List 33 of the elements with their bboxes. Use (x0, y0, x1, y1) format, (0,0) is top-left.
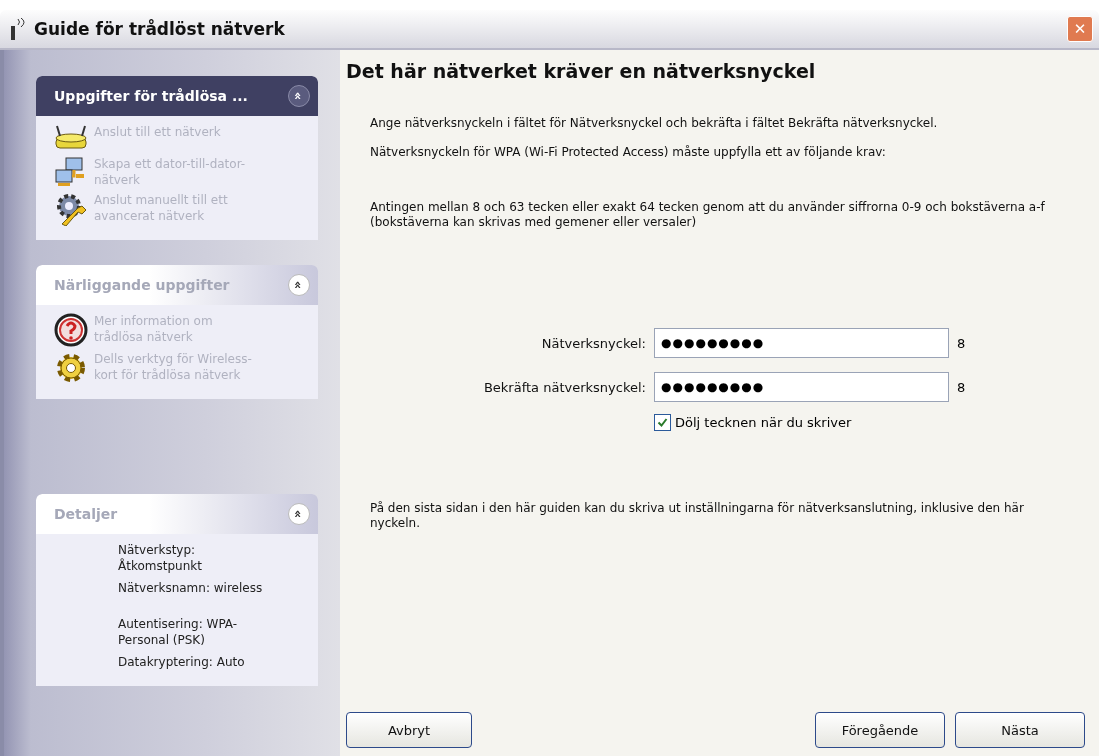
wizard-button[interactable]: Föregående (815, 712, 945, 748)
wireless-antenna-icon (8, 18, 28, 40)
password-field[interactable]: ●●●●●●●●● (654, 328, 949, 358)
gear-icon (54, 351, 88, 385)
wizard-button[interactable]: Nästa (955, 712, 1085, 748)
instruction-text: Ange nätverksnyckeln i fältet för Nätverksnyckel och bekräfta i fältet Bekräfta nätverksnyckel. (370, 116, 939, 131)
page-heading: Det här nätverket kräver en nätverksnyckel (346, 60, 817, 82)
checkbox[interactable] (654, 414, 671, 431)
router-icon (54, 124, 88, 152)
gear-wrench-icon (54, 192, 88, 226)
checkmark-icon (657, 417, 668, 428)
detail-text: Datakryptering: Auto (118, 654, 246, 670)
password-field[interactable]: ●●●●●●●●● (654, 372, 949, 402)
panel-title: Uppgifter för trådlösa ... (54, 88, 248, 104)
panel-title: Närliggande uppgifter (54, 277, 230, 293)
info-text: På den sista sidan i den här guiden kan du skriva ut inställningarna för nätverksanslutning, inklusive den här nyckeln. (370, 501, 1025, 531)
field-label: Nätverksnyckel: (540, 335, 646, 351)
panel-title: Detaljer (54, 506, 118, 522)
field-label: Bekräfta nätverksnyckel: (482, 379, 646, 395)
instruction-text: Nätverksnyckeln för WPA (Wi-Fi Protected Access) måste uppfylla ett av följande krav: (370, 145, 887, 160)
wizard-button[interactable]: Avbryt (346, 712, 472, 748)
collapse-button[interactable]: « (288, 503, 310, 525)
checkbox-label[interactable]: Dölj tecknen när du skriver (675, 415, 852, 430)
collapse-button[interactable]: « (288, 274, 310, 296)
detail-text: Autentisering: WPA-Personal (PSK) (118, 616, 239, 648)
collapse-button[interactable]: « (288, 85, 310, 107)
instruction-text: Antingen mellan 8 och 63 tecken eller exakt 64 tecken genom att du använder siffrorna 0-9 och bokstäverna a-f (bokstäverna kan skrivas med gemener eller versaler) (370, 200, 1046, 230)
help-icon (54, 313, 88, 347)
detail-text: Nätverksnamn: wireless (118, 580, 264, 596)
character-count: 8 (957, 379, 967, 395)
detail-text: Nätverkstyp: Åtkomstpunkt (118, 542, 203, 574)
character-count: 8 (957, 335, 967, 351)
window-title: Guide för trådlöst nätverk (34, 19, 286, 39)
